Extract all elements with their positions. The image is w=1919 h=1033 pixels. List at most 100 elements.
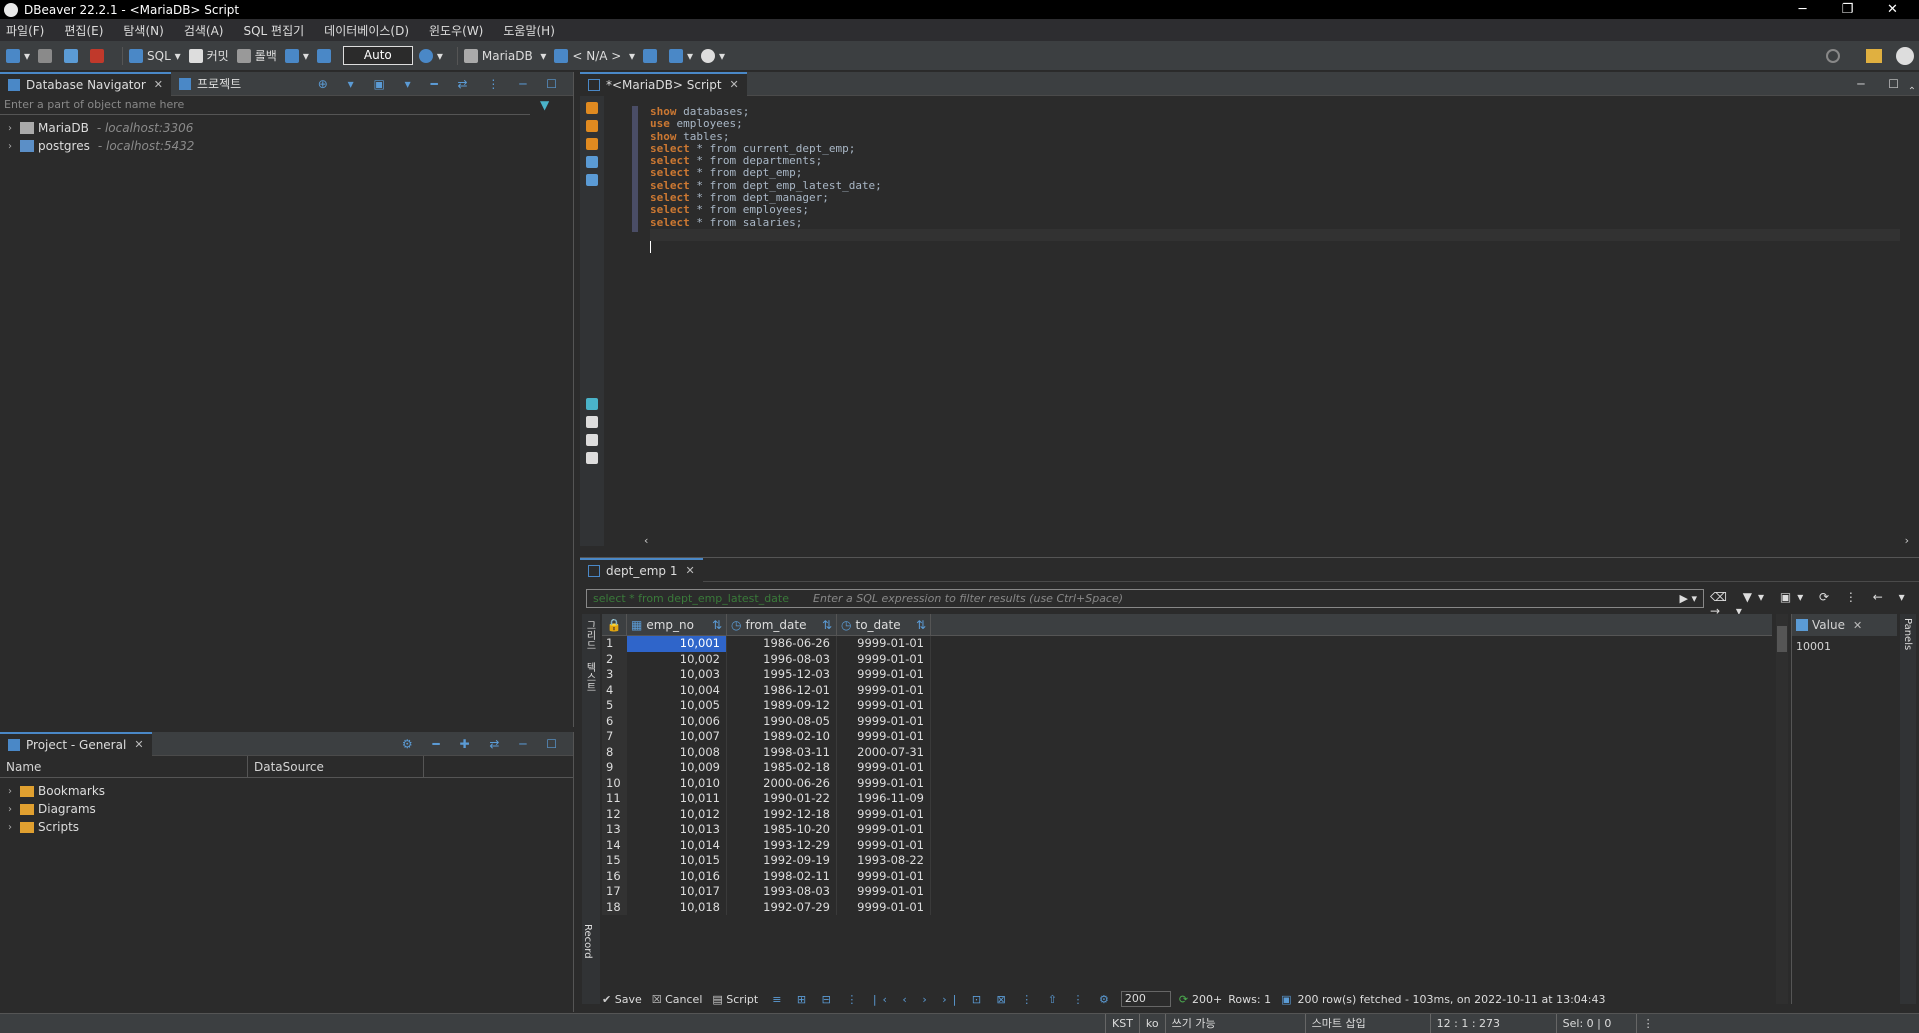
menu-search[interactable]: 검색(A) [184,22,224,39]
tab-project-general[interactable]: Project - General ✕ [0,731,152,756]
save-button[interactable]: ✔ Save [602,993,642,1006]
quick-search-icon[interactable] [1826,49,1840,63]
table-cell[interactable]: 9999-01-01 [837,899,931,915]
table-cell[interactable]: 1993-08-22 [837,853,931,869]
table-cell[interactable]: 10,011 [627,791,727,807]
script-button[interactable]: ▤ Script [712,993,758,1006]
row-number[interactable]: 2 [602,651,627,667]
row-number[interactable]: 16 [602,868,627,884]
commit-button[interactable]: 커밋 [188,47,229,64]
column-header-to-date[interactable]: ◷ to_date ⇅ [837,614,931,636]
table-cell[interactable]: 9999-01-01 [837,713,931,729]
row-number[interactable]: 11 [602,791,627,807]
project-item-scripts[interactable]: › Scripts [4,818,573,836]
row-number[interactable]: 17 [602,884,627,900]
table-row[interactable]: 17 10,017 1993-08-03 9999-01-01 [602,884,1772,900]
row-number[interactable]: 15 [602,853,627,869]
chevron-right-icon[interactable]: › [4,822,16,833]
project-item-bookmarks[interactable]: › Bookmarks [4,782,573,800]
table-cell[interactable]: 1990-08-05 [727,713,837,729]
sql-editor-button[interactable]: SQL ▾ [129,48,181,63]
tab-projects[interactable]: 프로젝트 [171,72,249,96]
table-cell[interactable]: 9999-01-01 [837,806,931,822]
open-script-icon[interactable] [586,434,598,446]
row-number[interactable]: 12 [602,806,627,822]
menu-edit[interactable]: 편집(E) [64,22,103,39]
table-cell[interactable]: 1993-12-29 [727,837,837,853]
row-number[interactable]: 10 [602,775,627,791]
row-number[interactable]: 3 [602,667,627,683]
settings-icon[interactable] [586,398,598,410]
table-row[interactable]: 4 10,004 1986-12-01 9999-01-01 [602,682,1772,698]
table-cell[interactable]: 10,014 [627,837,727,853]
project-actions[interactable]: ⚙ ━ ✚ ⇄ ─ ☐ [402,737,565,751]
close-window-button[interactable]: ✕ [1870,0,1915,19]
table-cell[interactable]: 9999-01-01 [837,636,931,652]
table-cell[interactable]: 10,004 [627,682,727,698]
table-cell[interactable]: 10,017 [627,884,727,900]
apply-filter-icon[interactable]: ▶ ▾ [1680,592,1703,605]
table-cell[interactable]: 1990-01-22 [727,791,837,807]
vertical-scrollbar[interactable]: ⌃ [1905,86,1919,526]
close-icon[interactable]: ✕ [154,78,163,91]
table-cell[interactable]: 1998-02-11 [727,868,837,884]
chevron-right-icon[interactable]: › [4,141,16,152]
row-number[interactable]: 1 [602,636,627,652]
transaction-mode-select[interactable]: Auto [342,46,413,65]
column-header-emp-no[interactable]: ▦ emp_no ⇅ [627,614,727,636]
table-cell[interactable]: 1995-12-03 [727,667,837,683]
tab-dept-emp-1[interactable]: dept_emp 1 ✕ [580,557,703,582]
project-item-diagrams[interactable]: › Diagrams [4,800,573,818]
table-cell[interactable]: 9999-01-01 [837,729,931,745]
execute-script-icon[interactable] [586,120,598,132]
connection-mariadb[interactable]: › MariaDB - localhost:3306 [4,119,573,137]
table-cell[interactable]: 10,003 [627,667,727,683]
table-cell[interactable]: 10,005 [627,698,727,714]
table-cell[interactable]: 10,016 [627,868,727,884]
table-cell[interactable]: 1986-06-26 [727,636,837,652]
table-cell[interactable]: 1998-03-11 [727,744,837,760]
result-filter-box[interactable]: select * from dept_emp_latest_date Enter… [586,589,1704,608]
table-row[interactable]: 7 10,007 1989-02-10 9999-01-01 [602,729,1772,745]
table-cell[interactable]: 1992-07-29 [727,899,837,915]
table-cell[interactable]: 1989-02-10 [727,729,837,745]
table-row[interactable]: 3 10,003 1995-12-03 9999-01-01 [602,667,1772,683]
execute-new-tab-icon[interactable] [586,138,598,150]
table-row[interactable]: 1 10,001 1986-06-26 9999-01-01 [602,636,1772,652]
table-cell[interactable]: 1985-10-20 [727,822,837,838]
sort-filter-icon[interactable]: ⇅ [822,618,836,632]
result-filter-input[interactable]: Enter a SQL expression to filter results… [801,592,1123,605]
rollback-button[interactable]: 롤백 [236,47,277,64]
tab-mariadb-script[interactable]: *<MariaDB> Script ✕ [580,71,747,96]
editor-window-controls[interactable]: ─ ☐ [1857,77,1909,91]
navigation-buttons[interactable]: ≡ ⊞ ⊟ ⋮ |‹ ‹ › ›| ⊡ ⊠ ⋮ ⇧ ⋮ ⚙ [772,993,1115,1006]
chevron-right-icon[interactable]: › [4,804,16,815]
table-cell[interactable]: 2000-06-26 [727,775,837,791]
disconnect-icon[interactable] [90,48,105,63]
table-cell[interactable]: 9999-01-01 [837,884,931,900]
table-row[interactable]: 12 10,012 1992-12-18 9999-01-01 [602,806,1772,822]
connect-icon[interactable] [38,48,53,63]
table-cell[interactable]: 1993-08-03 [727,884,837,900]
table-cell[interactable]: 10,015 [627,853,727,869]
side-tab-record[interactable]: Record [582,924,593,959]
row-number[interactable]: 9 [602,760,627,776]
fetch-more-button[interactable]: 200+ [1192,993,1222,1006]
close-icon[interactable]: ✕ [730,78,739,91]
column-header-from-date[interactable]: ◷ from_date ⇅ [727,614,837,636]
row-number[interactable]: 8 [602,744,627,760]
table-cell[interactable]: 10,007 [627,729,727,745]
menu-database[interactable]: 데이터베이스(D) [324,22,409,39]
lock-icon[interactable] [316,48,331,63]
cancel-button[interactable]: ☒ Cancel [652,993,703,1006]
dbeaver-perspective-icon[interactable] [1896,47,1914,65]
grid-vertical-scrollbar[interactable] [1776,614,1788,1004]
row-number[interactable]: 5 [602,698,627,714]
table-row[interactable]: 13 10,013 1985-10-20 9999-01-01 [602,822,1772,838]
close-icon[interactable]: ✕ [685,564,694,577]
save-script-icon[interactable] [586,452,598,464]
minimize-button[interactable]: ─ [1780,0,1825,19]
menu-help[interactable]: 도움말(H) [503,22,555,39]
table-row[interactable]: 18 10,018 1992-07-29 9999-01-01 [602,899,1772,915]
chevron-right-icon[interactable]: › [4,786,16,797]
